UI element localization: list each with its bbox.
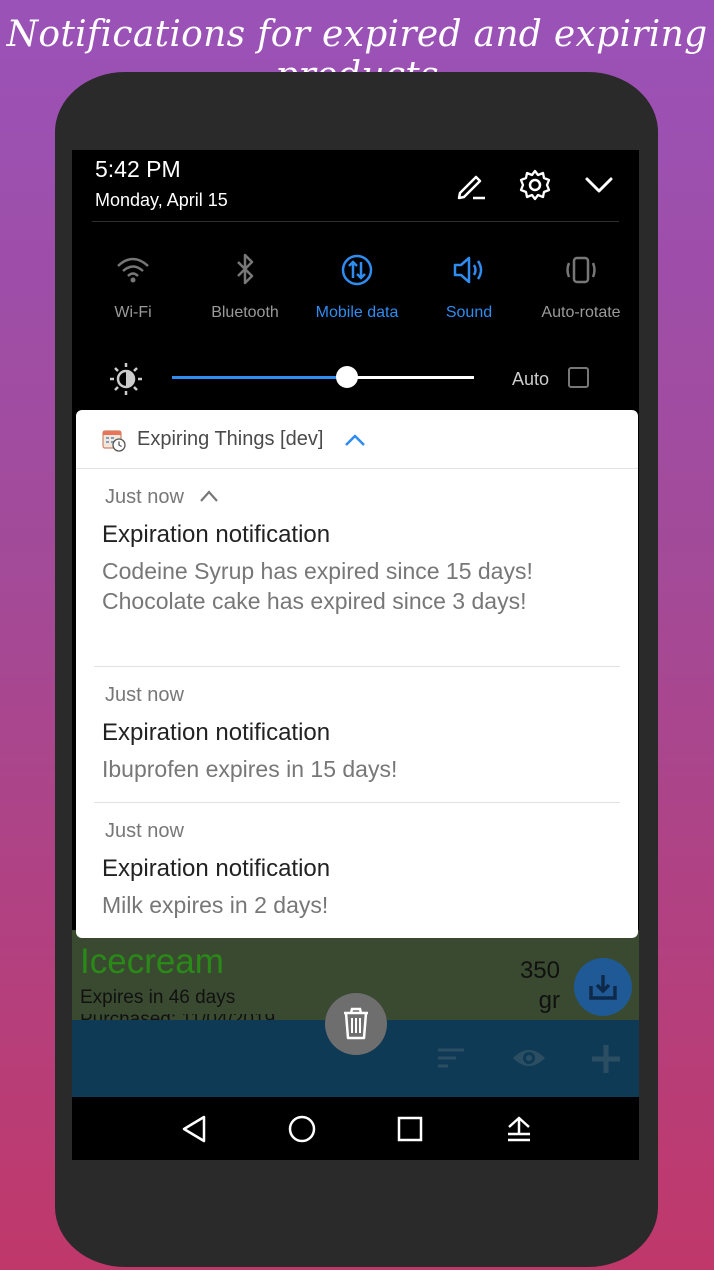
sound-icon [453,256,483,284]
bluetooth-icon [237,253,254,285]
notification-time: Just now [105,820,184,842]
notification-item[interactable]: Just now Expiration notification Codeine… [76,468,638,666]
app-item-quantity-unit: gr [538,987,560,1014]
notification-pull-icon[interactable] [499,1109,539,1149]
notification-line: Codeine Syrup has expired since 15 days! [102,558,533,584]
notification-line: Chocolate cake has expired since 3 days! [102,588,527,614]
toggle-sound[interactable]: Sound [413,250,525,322]
brightness-slider-thumb[interactable] [336,366,359,388]
brightness-slider[interactable] [172,366,474,388]
notification-line: Ibuprofen expires in 15 days! [102,756,398,782]
toggle-auto-rotate[interactable]: Auto-rotate [525,250,637,322]
download-tray-icon [589,975,617,1000]
mobile-data-icon [341,254,373,286]
toggle-bluetooth[interactable]: Bluetooth [189,250,301,322]
notification-time: Just now [105,486,184,508]
settings-gear-icon[interactable] [516,166,554,204]
brightness-slider-fill [172,376,348,379]
toggle-wifi-label: Wi-Fi [114,304,152,321]
recents-square-icon[interactable] [390,1109,430,1149]
visibility-eye-icon[interactable] [511,1044,547,1072]
calendar-clock-app-icon [102,430,126,452]
collapse-chevron-icon[interactable] [198,488,220,504]
auto-rotate-icon [566,256,596,284]
toggle-mobile-data-label: Mobile data [315,304,399,321]
toggle-sound-label: Sound [445,304,493,321]
notification-title: Expiration notification [102,521,331,548]
app-item-quantity-value: 350 [519,957,560,984]
notification-group-card[interactable]: Expiring Things [dev] Just now Expiratio… [76,410,638,938]
toggle-wifi[interactable]: Wi-Fi [77,250,189,322]
trash-icon [344,1007,368,1040]
notification-title: Expiration notification [102,855,331,882]
home-circle-icon[interactable] [282,1109,322,1149]
toggle-auto-rotate-label: Auto-rotate [541,304,621,321]
toggle-mobile-data[interactable]: Mobile data [301,250,413,322]
app-item-expires: Expires in 46 days [80,987,236,1008]
status-date: Monday, April 15 [95,190,228,210]
device-screen: 5:42 PM Monday, April 15 Wi-Fi Bluetooth [72,150,639,1160]
auto-brightness-checkbox[interactable] [568,367,589,388]
edit-pencil-icon[interactable] [452,166,490,204]
notification-group-header[interactable]: Expiring Things [dev] [76,410,638,469]
notification-line: Milk expires in 2 days! [102,892,329,918]
app-item-name: Icecream [80,942,224,981]
sort-icon[interactable] [436,1046,466,1070]
add-plus-icon[interactable] [590,1043,622,1075]
status-time: 5:42 PM [95,156,181,182]
expand-chevron-up-icon[interactable] [343,430,367,450]
notification-item[interactable]: Just now Expiration notification Ibuprof… [76,666,638,802]
notification-time: Just now [105,684,184,706]
app-item-quantity: 350 gr [512,956,560,1016]
notification-title: Expiration notification [102,719,331,746]
wifi-icon [117,257,149,283]
collapse-chevron-icon[interactable] [580,166,618,204]
notification-body: Codeine Syrup has expired since 15 days!… [102,556,533,616]
clear-notifications-button[interactable] [325,993,387,1055]
notification-body: Ibuprofen expires in 15 days! [102,754,397,784]
auto-brightness-label: Auto [512,369,550,389]
brightness-icon [110,363,142,395]
system-nav-bar [72,1097,639,1160]
notification-body: Milk expires in 2 days! [102,890,328,920]
app-item-action-button[interactable] [574,958,632,1016]
toggle-bluetooth-label: Bluetooth [211,304,279,321]
notification-app-name: Expiring Things [dev] [137,428,324,450]
header-divider [92,221,619,222]
back-triangle-icon[interactable] [174,1109,214,1149]
notification-item[interactable]: Just now Expiration notification Milk ex… [76,802,638,938]
